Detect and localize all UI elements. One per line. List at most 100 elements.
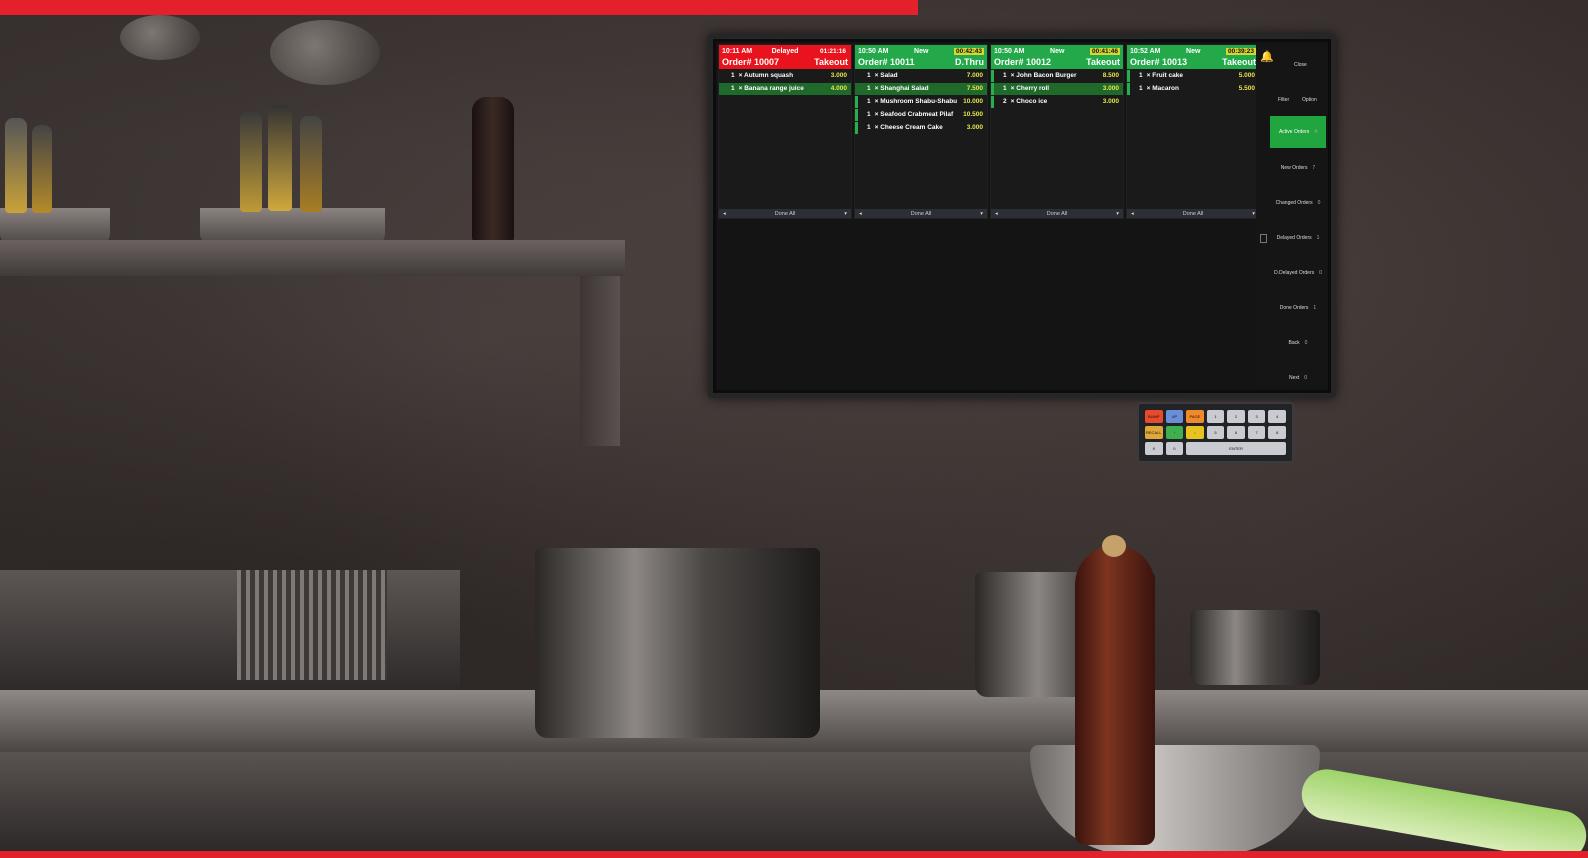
item-name: Seafood Crabmeat Pilaf xyxy=(880,111,954,118)
done-all-button[interactable]: Done All xyxy=(775,211,796,217)
order-item[interactable]: 1 × Mushroom Shabu-Shabu 10.000 xyxy=(855,96,987,108)
done-all-button[interactable]: Done All xyxy=(1183,211,1204,217)
item-name: John Bacon Burger xyxy=(1016,72,1077,79)
keypad-key[interactable]: 0 xyxy=(1165,442,1184,455)
order-time: 10:52 AM xyxy=(1130,47,1161,55)
keypad-key[interactable]: 5 xyxy=(1206,426,1225,439)
item-price: 4.000 xyxy=(830,85,847,92)
item-name: Shanghai Salad xyxy=(880,85,929,92)
item-qty: 1 xyxy=(867,98,871,105)
bell-icon[interactable]: 🔔 xyxy=(1260,50,1274,63)
item-name: Cheese Cream Cake xyxy=(880,124,943,131)
next-arrow-icon[interactable]: ▾ xyxy=(844,211,847,217)
keypad-key[interactable]: 8 xyxy=(1268,426,1286,439)
oil-bottle xyxy=(32,125,52,213)
sidebar-button-label: Done Orders xyxy=(1279,305,1309,311)
keypad-key[interactable]: PAGE xyxy=(1186,410,1204,423)
keypad-key[interactable]: ↑ xyxy=(1165,426,1184,439)
item-qty: 1 xyxy=(731,72,735,79)
keypad-key[interactable]: 4 xyxy=(1268,410,1286,423)
order-item[interactable]: 1 × Banana range juice 4.000 xyxy=(719,83,851,95)
item-price: 10.500 xyxy=(963,111,983,118)
order-header: 10:52 AM New 00:39:23 Order# 10013 Takeo… xyxy=(1127,45,1259,69)
keypad-key[interactable]: 3 xyxy=(1247,410,1266,423)
keypad-key[interactable]: 7 xyxy=(1247,426,1266,439)
sidebar-button-count: 0 xyxy=(1317,200,1321,206)
keypad-key[interactable]: 1 xyxy=(1206,410,1225,423)
order-card[interactable]: 10:52 AM New 00:39:23 Order# 10013 Takeo… xyxy=(1126,44,1260,219)
keypad-key[interactable]: BUMP xyxy=(1145,410,1163,423)
item-qty: 1 xyxy=(867,72,871,79)
order-items: 1 × Autumn squash 3.000 1 × Banana range ju… xyxy=(719,70,851,95)
sidebar-new-orders-button[interactable]: New Orders 7 xyxy=(1270,152,1326,184)
keypad-key[interactable]: 2 xyxy=(1227,410,1245,423)
prev-arrow-icon[interactable]: ◂ xyxy=(723,211,726,217)
keypad-key[interactable]: UP xyxy=(1165,410,1184,423)
order-item[interactable]: 1 × Fruit cake 5.000 xyxy=(1127,70,1259,82)
sidebar-changed-orders-button[interactable]: Changed Orders 0 xyxy=(1270,187,1326,219)
keypad-key[interactable]: ENTER xyxy=(1186,442,1286,455)
close-button[interactable]: Close xyxy=(1294,62,1307,68)
order-item[interactable]: 2 × Choco ice 3.000 xyxy=(991,96,1123,108)
item-qty: 1 xyxy=(1139,72,1143,79)
kds-screen: 10:11 AM Delayed 01:21:16 Order# 10007 T… xyxy=(716,42,1328,390)
item-qty: 1 xyxy=(731,85,735,92)
next-arrow-icon[interactable]: ▾ xyxy=(1116,211,1119,217)
next-arrow-icon[interactable]: ▾ xyxy=(980,211,983,217)
order-footer: ◂ Done All ▾ xyxy=(991,209,1123,218)
order-card[interactable]: 10:11 AM Delayed 01:21:16 Order# 10007 T… xyxy=(718,44,852,219)
sidebar-button-count: 0 xyxy=(1319,270,1322,276)
order-item[interactable]: 1 × Macaron 5.500 xyxy=(1127,83,1259,95)
item-qty: 2 xyxy=(1003,98,1007,105)
order-item[interactable]: 1 × Cherry roll 3.000 xyxy=(991,83,1123,95)
sidebar-delayed-orders-button[interactable]: Delayed Orders 1 xyxy=(1270,222,1326,254)
prev-arrow-icon[interactable]: ◂ xyxy=(1131,211,1134,217)
sidebar-next-button[interactable]: Next 0 xyxy=(1270,362,1326,394)
order-timer: 00:41:46 xyxy=(1089,47,1120,55)
order-header: 10:11 AM Delayed 01:21:16 Order# 10007 T… xyxy=(719,45,851,69)
wall-shelf xyxy=(0,240,625,276)
keypad-key[interactable]: 6 xyxy=(1227,426,1245,439)
sidebar-button-count: 7 xyxy=(1312,165,1316,171)
order-item[interactable]: 1 × Autumn squash 3.000 xyxy=(719,70,851,82)
shelf-tray xyxy=(0,208,110,244)
order-item[interactable]: 1 × Cheese Cream Cake 3.000 xyxy=(855,122,987,134)
item-qty: 1 xyxy=(1139,85,1143,92)
order-type: Takeout xyxy=(1086,57,1120,67)
item-price: 10.000 xyxy=(963,98,983,105)
sidebar-button-label: New Orders xyxy=(1280,165,1308,171)
order-header: 10:50 AM New 00:42:43 Order# 10011 D.Thr… xyxy=(855,45,987,69)
sidebar-active-orders-button[interactable]: Active Orders 4 xyxy=(1270,116,1326,148)
sidebar-done-orders-button[interactable]: Done Orders 1 xyxy=(1270,292,1326,324)
order-card[interactable]: 10:50 AM New 00:41:46 Order# 10012 Takeo… xyxy=(990,44,1124,219)
bottom-brand-bar xyxy=(0,851,1588,858)
order-timer: 00:42:43 xyxy=(953,47,984,55)
hanging-ladle xyxy=(270,20,380,85)
filter-button[interactable]: Filter xyxy=(1278,97,1289,103)
shelf-tray xyxy=(200,208,385,244)
sidebar-button-count: 0 xyxy=(1304,340,1308,346)
order-item[interactable]: 1 × John Bacon Burger 8.500 xyxy=(991,70,1123,82)
item-price: 5.000 xyxy=(1238,72,1255,79)
sidebar-back-button[interactable]: Back 0 xyxy=(1270,327,1326,359)
done-all-button[interactable]: Done All xyxy=(1047,211,1068,217)
order-item[interactable]: 1 × Salad 7.000 xyxy=(855,70,987,82)
order-item[interactable]: 1 × Seafood Crabmeat Pilaf 10.500 xyxy=(855,109,987,121)
option-button[interactable]: Option xyxy=(1302,97,1317,103)
prev-arrow-icon[interactable]: ◂ xyxy=(859,211,862,217)
range-hood xyxy=(0,570,460,690)
sidebar-button-label: Delayed Orders xyxy=(1276,235,1312,241)
keypad-key[interactable]: 9 xyxy=(1145,442,1163,455)
prev-arrow-icon[interactable]: ◂ xyxy=(995,211,998,217)
order-items: 1 × John Bacon Burger 8.500 1 × Cherry roll… xyxy=(991,70,1123,108)
keypad-key[interactable]: RECALL xyxy=(1145,426,1163,439)
sidebar-button-label: Back xyxy=(1288,340,1300,346)
sidebar-d-delayed-orders-button[interactable]: D.Delayed Orders 0 xyxy=(1270,257,1326,289)
keypad-key[interactable]: ↓ xyxy=(1186,426,1204,439)
order-card[interactable]: 10:50 AM New 00:42:43 Order# 10011 D.Thr… xyxy=(854,44,988,219)
oil-bottle xyxy=(240,112,262,212)
order-items: 1 × Fruit cake 5.000 1 × Macaron 5.500 xyxy=(1127,70,1259,95)
order-item[interactable]: 1 × Shanghai Salad 7.500 xyxy=(855,83,987,95)
done-all-button[interactable]: Done All xyxy=(911,211,932,217)
next-arrow-icon[interactable]: ▾ xyxy=(1252,211,1255,217)
